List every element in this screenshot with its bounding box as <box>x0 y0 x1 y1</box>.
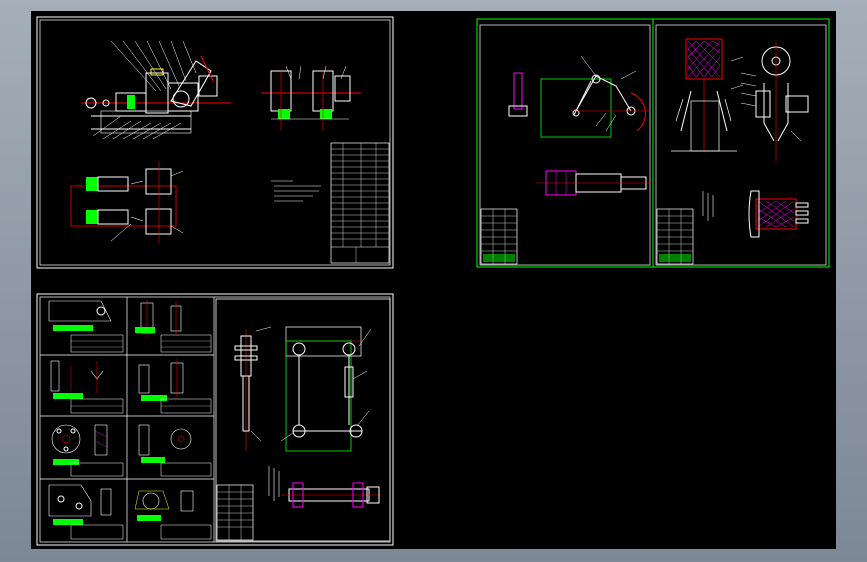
gripper-sheet[interactable] <box>652 18 830 268</box>
assembly-notes <box>271 180 321 202</box>
part-drawing-4[interactable] <box>138 359 212 414</box>
gripper-title-block <box>656 208 694 265</box>
gripper-notes <box>702 191 714 221</box>
linkage-front-view <box>280 326 372 452</box>
arm-sheet[interactable] <box>476 18 654 268</box>
part-drawing-1[interactable] <box>48 300 124 353</box>
part-drawing-5[interactable] <box>51 424 124 477</box>
part-drawing-2[interactable] <box>135 299 212 353</box>
arm-title-block <box>480 208 518 265</box>
assembly-sheet[interactable] <box>36 16 394 269</box>
gripper-front-view <box>671 38 744 152</box>
part-drawing-6[interactable] <box>138 424 212 477</box>
linkage-notes <box>268 466 280 501</box>
linkage-bottom-view <box>281 482 381 508</box>
part-drawing-8[interactable] <box>134 490 212 540</box>
gripper-side-view <box>740 41 809 161</box>
linkage-sheet[interactable] <box>215 298 391 542</box>
linkage-side-view <box>234 326 272 451</box>
part-drawing-7[interactable] <box>48 484 124 540</box>
cad-drawing-canvas[interactable] <box>31 11 836 549</box>
arm-mechanism-view <box>508 55 651 138</box>
assembly-title-block <box>330 142 390 264</box>
assembly-side-view <box>261 65 361 131</box>
assembly-bottom-view <box>70 161 184 243</box>
linkage-title-block <box>216 484 254 541</box>
gripper-top-view <box>748 190 809 238</box>
assembly-top-view <box>81 40 231 140</box>
parts-sheet[interactable] <box>36 293 394 546</box>
cad-application-window <box>0 0 867 562</box>
cad-drawing-svg <box>36 16 830 546</box>
part-drawing-3[interactable] <box>50 360 124 414</box>
arm-cylinder-view <box>536 170 651 196</box>
